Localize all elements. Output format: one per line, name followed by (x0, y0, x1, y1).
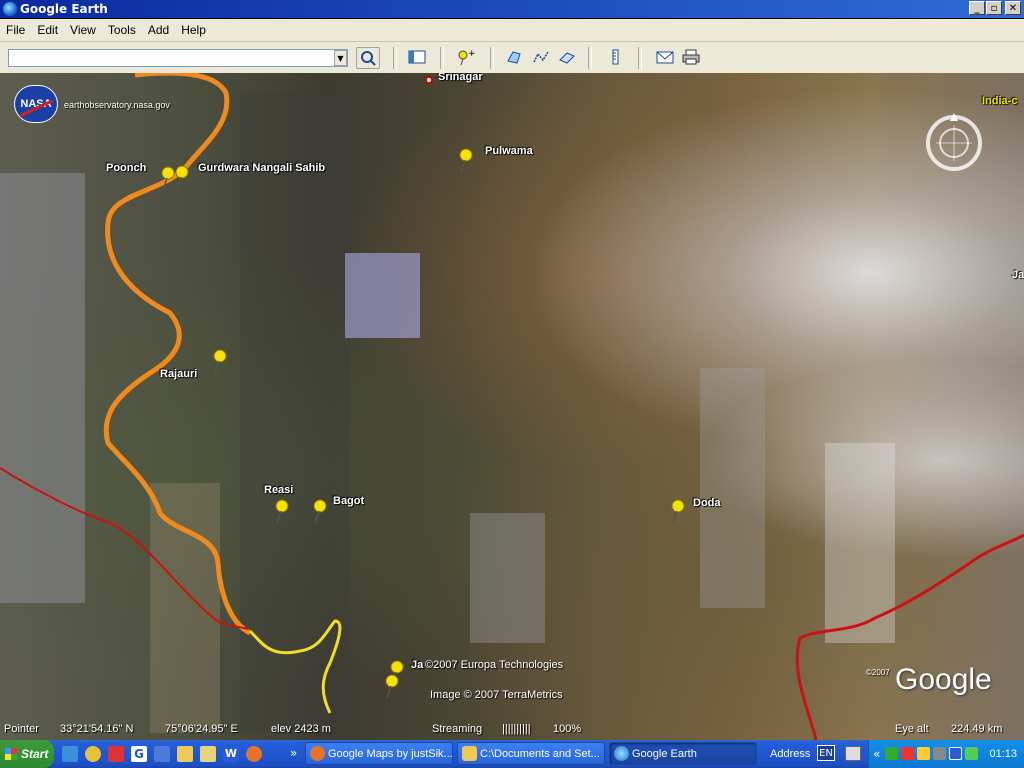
quicklaunch-folder2-icon[interactable] (200, 746, 216, 762)
placemark-pin-icon[interactable] (668, 498, 688, 524)
tray-security-icon[interactable] (965, 747, 978, 760)
taskbar-window-google-earth[interactable]: Google Earth (609, 742, 757, 765)
place-label-pulwama: Pulwama (485, 145, 533, 157)
copyright-europa: ©2007 Europa Technologies (425, 659, 564, 671)
place-label-ja-east: Ja (1012, 269, 1024, 281)
placemark-pin-icon[interactable] (310, 498, 330, 524)
place-label-india-c: India-c (982, 95, 1018, 107)
pointer-elevation: elev 2423 m (271, 723, 331, 735)
placemark-pin-icon[interactable] (172, 164, 192, 190)
quicklaunch-messenger-icon[interactable] (85, 746, 101, 762)
menu-tools[interactable]: Tools (102, 23, 142, 37)
place-label-poonch: Poonch (106, 162, 147, 174)
google-earth-app-icon (3, 2, 17, 16)
taskbar: Start G W » Google Maps by justSik... C:… (0, 740, 1024, 768)
taskbar-window-explorer[interactable]: C:\Documents and Set... (457, 742, 605, 765)
tray-mail-icon[interactable] (949, 747, 962, 760)
language-indicator[interactable]: EN (817, 745, 835, 761)
tray-app-icon[interactable] (901, 747, 914, 760)
quicklaunch-firefox-icon[interactable] (246, 746, 262, 762)
placemark-pin-icon[interactable] (382, 673, 402, 699)
borders-layer (0, 73, 1024, 740)
place-label-ja: Ja (411, 659, 424, 671)
nasa-attribution: earthobservatory.nasa.gov (64, 100, 170, 110)
eye-alt-label: Eye alt (895, 723, 929, 735)
taskbar-window-label: Google Earth (632, 748, 697, 760)
placemark-icon[interactable]: + (454, 48, 476, 68)
place-label-bagot: Bagot (333, 495, 365, 507)
quicklaunch-more-chevron[interactable]: » (290, 740, 297, 766)
copyright-terrametrics: Image © 2007 TerraMetrics (430, 689, 563, 701)
system-tray: « 01:13 (868, 740, 1024, 768)
folder-icon (462, 746, 477, 761)
menu-help[interactable]: Help (175, 23, 212, 37)
menu-bar: File Edit View Tools Add Help (0, 19, 1024, 42)
quicklaunch-pdf-icon[interactable] (108, 746, 124, 762)
email-icon[interactable] (654, 48, 676, 68)
google-logo: Google (895, 663, 992, 696)
streaming-bars: |||||||||| (502, 723, 531, 735)
city-marker-icon (425, 76, 433, 84)
svg-text:+: + (468, 49, 475, 59)
system-clock[interactable]: 01:13 (989, 740, 1017, 768)
menu-add[interactable]: Add (142, 23, 175, 37)
tray-app-icon[interactable] (885, 747, 898, 760)
close-button[interactable]: ✕ (1005, 1, 1021, 15)
pointer-label: Pointer (4, 723, 39, 735)
quicklaunch-word-icon[interactable]: W (223, 746, 239, 762)
tray-expand-chevron[interactable]: « (873, 740, 880, 768)
menu-view[interactable]: View (64, 23, 102, 37)
quicklaunch-network-icon[interactable] (62, 746, 78, 762)
pointer-longitude: 75°06'24.95" E (165, 723, 238, 735)
streaming-label: Streaming (432, 723, 483, 735)
place-label-srinagar: Srinagar (438, 73, 483, 83)
eye-alt-value: 224.49 km (951, 723, 1003, 735)
nasa-logo: NASA (14, 85, 58, 123)
toolbar: ▼ + (0, 42, 1024, 74)
map-view[interactable]: NASA earthobservatory.nasa.gov Srinagar … (0, 73, 1024, 740)
start-button[interactable]: Start (0, 740, 54, 768)
window-title: Google Earth (20, 2, 108, 16)
minimize-button[interactable]: _ (969, 1, 985, 15)
navigation-compass-icon[interactable] (922, 111, 986, 175)
firefox-icon (310, 746, 325, 761)
placemark-pin-icon[interactable] (456, 147, 476, 173)
search-button[interactable] (356, 47, 380, 69)
address-toolbar-label[interactable]: Address (770, 740, 810, 768)
taskbar-window-firefox[interactable]: Google Maps by justSik... (305, 742, 453, 765)
maximize-button[interactable]: ▫ (986, 1, 1002, 15)
pointer-latitude: 33°21'54.16" N (60, 723, 134, 735)
tray-app-icon[interactable] (917, 747, 930, 760)
search-icon (361, 51, 376, 66)
place-label-rajauri: Rajauri (160, 368, 198, 380)
menu-file[interactable]: File (0, 23, 31, 37)
polygon-icon[interactable] (504, 48, 526, 68)
menu-edit[interactable]: Edit (31, 23, 64, 37)
streaming-percent: 100% (553, 723, 582, 735)
print-icon[interactable] (680, 48, 702, 68)
tray-network-icon[interactable] (933, 747, 946, 760)
google-earth-icon (614, 746, 629, 761)
quicklaunch-google-icon[interactable]: G (131, 746, 147, 762)
place-label-reasi: Reasi (264, 484, 294, 496)
ruler-icon[interactable] (604, 48, 626, 68)
quicklaunch-app-icon[interactable] (154, 746, 170, 762)
path-icon[interactable] (530, 48, 552, 68)
search-dropdown-button[interactable]: ▼ (334, 50, 347, 66)
keyboard-icon[interactable] (845, 746, 861, 761)
search-input[interactable] (8, 49, 348, 67)
quicklaunch-folder-icon[interactable] (177, 746, 193, 762)
placemark-pin-icon[interactable] (210, 348, 230, 374)
taskbar-window-label: C:\Documents and Set... (480, 748, 600, 760)
place-label-doda: Doda (693, 497, 721, 509)
title-bar: Google Earth _ ▫ ✕ (0, 0, 1024, 18)
image-overlay-icon[interactable] (556, 48, 578, 68)
sidebar-toggle-icon[interactable] (406, 48, 428, 68)
place-label-gurdwara: Gurdwara Nangali Sahib (198, 162, 326, 174)
placemark-pin-icon[interactable] (272, 498, 292, 524)
start-label: Start (21, 747, 49, 761)
google-copyright-year: ©2007 (866, 668, 890, 677)
taskbar-window-label: Google Maps by justSik... (328, 748, 453, 760)
windows-flag-icon (5, 748, 17, 760)
